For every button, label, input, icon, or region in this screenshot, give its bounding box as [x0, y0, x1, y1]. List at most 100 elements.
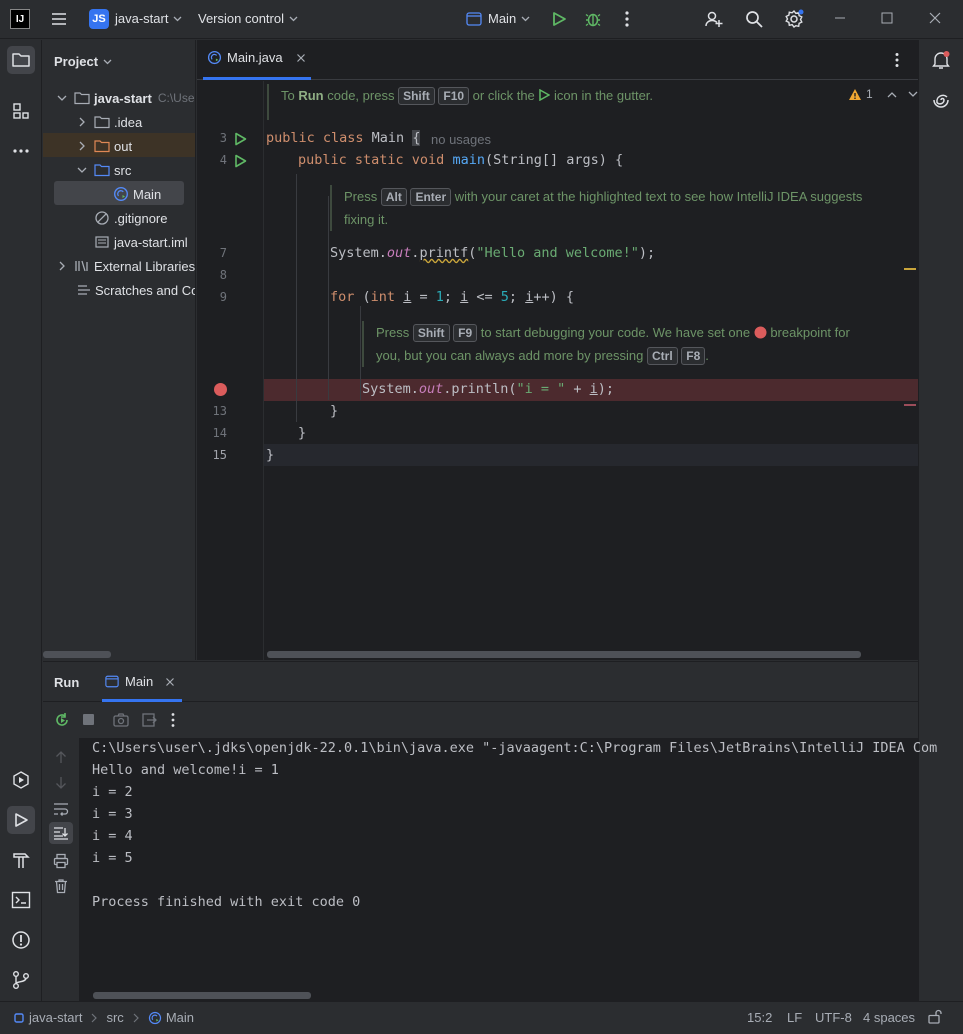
line-separator[interactable]: LF	[787, 1010, 802, 1025]
key-ctrl: Ctrl	[646, 347, 678, 365]
run-button[interactable]	[551, 11, 567, 27]
code-line-for: for (int i = 1; i <= 5; i++) {	[330, 289, 574, 305]
editor-gutter	[197, 81, 264, 660]
tree-item-gitignore[interactable]: .gitignore	[94, 207, 167, 229]
print-button[interactable]	[53, 853, 69, 869]
run-config-selector[interactable]: Main	[466, 11, 530, 26]
breadcrumb: java-start src Main	[14, 1010, 194, 1025]
editor-horizontal-scrollbar[interactable]	[267, 651, 861, 658]
tree-item-idea[interactable]: .idea	[77, 111, 142, 133]
minimize-window-icon[interactable]	[834, 12, 846, 24]
notifications-button[interactable]	[927, 46, 955, 74]
tree-item-scratches[interactable]: Scratches and Consoles	[77, 279, 195, 301]
unlock-icon	[928, 1009, 942, 1024]
active-tab-indicator	[203, 77, 311, 80]
soft-wrap-icon	[54, 803, 69, 816]
breadcrumb-item[interactable]: java-start	[29, 1010, 82, 1025]
more-tools-button[interactable]	[7, 137, 35, 165]
tree-item-src[interactable]: src	[77, 159, 131, 181]
read-only-toggle[interactable]	[928, 1009, 942, 1024]
run-tab-label: Main	[125, 674, 154, 689]
git-tool-button[interactable]	[7, 966, 35, 994]
clear-console-button[interactable]	[53, 878, 69, 894]
project-horizontal-scrollbar[interactable]	[43, 651, 111, 658]
more-actions-icon[interactable]	[620, 10, 634, 28]
main-menu-icon[interactable]	[50, 10, 68, 28]
console-horizontal-scrollbar[interactable]	[93, 992, 311, 999]
terminal-tool-button[interactable]	[7, 886, 35, 914]
scroll-up-button[interactable]	[55, 750, 67, 764]
line-number: 13	[212, 404, 227, 418]
code-line-close-main: }	[298, 425, 307, 441]
structure-tool-button[interactable]	[7, 97, 35, 125]
warning-stripe-mark[interactable]	[904, 268, 916, 270]
run-tool-button[interactable]	[7, 806, 35, 834]
scroll-down-button[interactable]	[55, 776, 67, 790]
gutter-run-class-button[interactable]	[234, 132, 247, 146]
build-tool-button[interactable]	[7, 846, 35, 874]
run-more-options-icon[interactable]	[168, 712, 178, 728]
tree-item-external-libraries[interactable]: External Libraries	[57, 255, 195, 277]
breakpoint-marker[interactable]	[213, 382, 228, 397]
gutter-run-main-button[interactable]	[234, 154, 247, 168]
git-branch-icon	[13, 971, 29, 989]
run-tab-main[interactable]: Main	[105, 674, 175, 689]
version-control-menu[interactable]: Version control	[198, 11, 298, 26]
search-icon[interactable]	[745, 10, 763, 28]
tree-item-out[interactable]: out	[77, 135, 132, 157]
tree-item-main[interactable]: Main	[113, 183, 161, 205]
indent-guide	[328, 196, 329, 400]
debug-button[interactable]	[584, 10, 602, 28]
snapshot-button[interactable]	[113, 713, 129, 727]
rerun-button[interactable]	[54, 712, 70, 728]
line-number: 3	[219, 131, 227, 145]
line-number: 4	[219, 153, 227, 167]
caret-position[interactable]: 15:2	[747, 1010, 772, 1025]
chevron-down-icon	[57, 95, 67, 101]
tab-main-java[interactable]: Main.java	[207, 50, 306, 65]
services-icon	[13, 771, 29, 789]
current-line-highlight	[264, 444, 918, 466]
services-tool-button[interactable]	[7, 766, 35, 794]
chevron-down-icon[interactable]	[908, 91, 918, 98]
ai-assistant-button[interactable]	[927, 86, 955, 114]
soft-wrap-button[interactable]	[53, 802, 69, 816]
close-icon[interactable]	[296, 53, 306, 63]
java-class-icon	[207, 50, 222, 65]
project-switcher[interactable]: java-start	[115, 11, 182, 26]
stop-button[interactable]	[82, 713, 95, 726]
project-panel: Project java-start C:\Users\user\IdeaPro…	[43, 40, 196, 660]
chevron-right-icon	[79, 141, 85, 151]
file-encoding[interactable]: UTF-8	[815, 1010, 852, 1025]
inspection-widget[interactable]: 1	[848, 87, 918, 101]
chevron-up-icon[interactable]	[887, 91, 897, 98]
java-class-icon	[148, 1011, 161, 1024]
indent-setting[interactable]: 4 spaces	[863, 1010, 915, 1025]
breakpoint-stripe-mark[interactable]	[904, 404, 916, 406]
usages-hint[interactable]: no usages	[431, 132, 491, 147]
editor-options-icon[interactable]	[890, 52, 904, 68]
tree-item-root[interactable]: java-start C:\Users\user\IdeaProjects\ja…	[57, 87, 195, 109]
breadcrumb-item[interactable]: src	[106, 1010, 123, 1025]
right-tool-strip	[918, 40, 963, 1001]
project-tool-button[interactable]	[7, 46, 35, 74]
add-user-icon[interactable]	[704, 9, 724, 29]
tree-item-label: java-start	[94, 90, 152, 106]
stop-icon	[83, 714, 94, 725]
camera-icon	[113, 713, 129, 727]
scroll-to-end-button[interactable]	[49, 822, 73, 844]
breadcrumb-item[interactable]: Main	[166, 1010, 194, 1025]
run-tool-window-header: Run Main	[43, 662, 918, 702]
chevron-down-icon	[174, 16, 182, 21]
folder-icon	[12, 53, 30, 67]
run-config-label: Main	[488, 11, 517, 26]
maximize-window-icon[interactable]	[881, 12, 893, 24]
settings-gear-icon[interactable]	[784, 9, 804, 29]
tree-item-iml[interactable]: java-start.iml	[94, 231, 188, 253]
problems-tool-button[interactable]	[7, 926, 35, 954]
project-panel-header[interactable]: Project	[54, 54, 112, 69]
excluded-folder-icon	[94, 140, 110, 153]
close-icon[interactable]	[165, 677, 175, 687]
close-window-icon[interactable]	[929, 12, 941, 24]
restore-layout-button[interactable]	[141, 712, 157, 728]
